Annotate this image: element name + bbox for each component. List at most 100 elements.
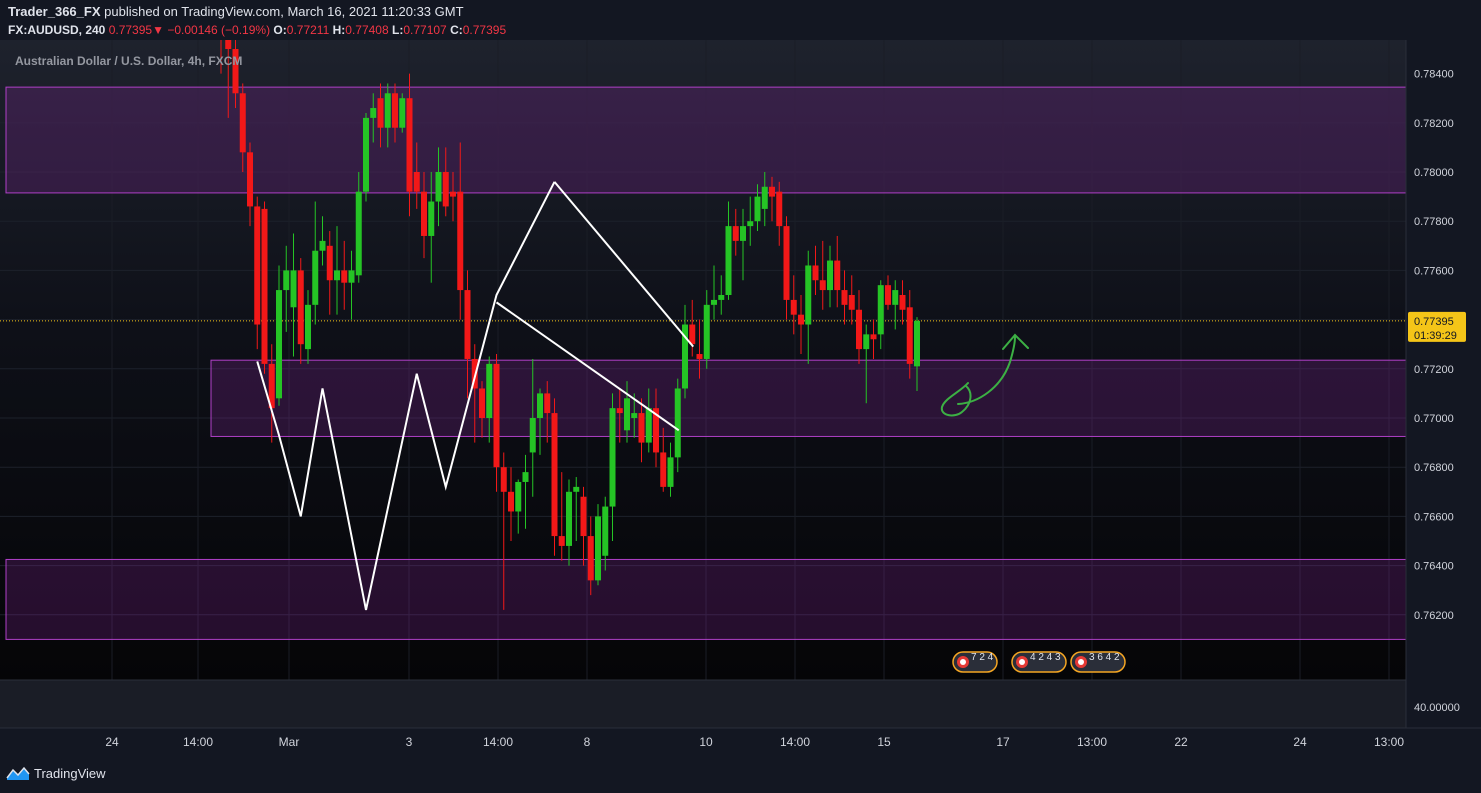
price-axis-tick: 0.77200 — [1414, 364, 1454, 376]
candle-body — [479, 388, 485, 418]
candle-body — [297, 270, 304, 345]
candle-body — [602, 506, 609, 556]
candle-body — [290, 270, 297, 308]
lower-scale-label: 40.00000 — [1414, 702, 1460, 714]
candle-body — [776, 191, 783, 227]
price-axis-tick: 0.76400 — [1414, 561, 1454, 573]
candle-body — [740, 226, 746, 241]
price-tag: 0.77395 01:39:29 — [1408, 311, 1466, 342]
tradingview-logo[interactable]: TradingView — [6, 765, 106, 781]
candle-body — [848, 295, 855, 310]
candlestick-chart[interactable]: Australian Dollar / U.S. Dollar, 4h, FXC… — [0, 40, 1481, 755]
tradingview-brand: TradingView — [34, 765, 106, 781]
candle-body — [537, 393, 543, 418]
candle-body — [812, 265, 819, 281]
price-axis[interactable] — [1406, 40, 1481, 728]
indicator-badge[interactable]: 3 6 4 2 — [1070, 651, 1126, 673]
candle-body — [566, 491, 572, 546]
badge-value: 7 2 4 — [971, 652, 994, 663]
badge-value: 3 6 4 2 — [1089, 652, 1120, 663]
candle-body — [508, 491, 514, 512]
candle-body — [254, 206, 261, 325]
candle-body — [783, 226, 790, 300]
candle-body — [442, 172, 449, 207]
indicator-badges[interactable]: 7 2 4 4 2 4 3 3 6 4 2 — [952, 651, 1126, 673]
candle-body — [500, 467, 507, 492]
low-label: L: — [392, 23, 404, 37]
candle-body — [645, 408, 652, 443]
publish-header: Trader_366_FX published on TradingView.c… — [0, 0, 1481, 40]
candle-body — [558, 536, 565, 546]
candle-body — [225, 40, 232, 49]
candle-body — [392, 93, 398, 128]
time-axis-tick: 14:00 — [483, 735, 513, 749]
candle-body — [450, 191, 456, 197]
time-axis-tick: 14:00 — [780, 735, 810, 749]
candle-body — [515, 481, 522, 512]
candle-body — [914, 320, 920, 367]
candle-body — [363, 117, 369, 192]
price-axis-tick: 0.78000 — [1414, 167, 1454, 179]
indicator-badge[interactable]: 7 2 4 — [952, 651, 998, 673]
price-zone[interactable] — [5, 86, 1407, 194]
candle-body — [616, 408, 623, 414]
candle-body — [624, 398, 630, 431]
time-axis-tick: 13:00 — [1077, 735, 1107, 749]
price-axis-tick: 0.76800 — [1414, 462, 1454, 474]
candle-body — [493, 363, 500, 468]
candle-body — [689, 324, 696, 345]
lower-pane — [0, 680, 1406, 728]
down-arrow-icon: ▼ — [152, 23, 164, 37]
candle-body — [609, 408, 616, 507]
price-axis-tick: 0.77000 — [1414, 413, 1454, 425]
candle-body — [754, 196, 761, 222]
candle-body — [587, 536, 594, 581]
author-name[interactable]: Trader_366_FX — [8, 4, 101, 19]
ohlc-legend: FX:AUDUSD, 240 0.77395 ▼ −0.00146 (−0.19%… — [8, 22, 1473, 38]
high-value: 0.77408 — [345, 23, 389, 37]
time-axis-tick: 17 — [996, 735, 1010, 749]
time-axis[interactable] — [0, 728, 1481, 755]
candle-body — [834, 260, 841, 291]
price-tag-countdown: 01:39:29 — [1414, 330, 1457, 342]
time-axis-tick: 24 — [1293, 735, 1307, 749]
close-value: 0.77395 — [462, 23, 507, 37]
candle-body — [384, 93, 391, 128]
indicator-badge[interactable]: 4 2 4 3 — [1011, 651, 1067, 673]
price-zone[interactable] — [5, 558, 1407, 640]
candle-body — [326, 245, 333, 281]
candle-body — [406, 98, 413, 192]
price-axis-tick: 0.78400 — [1414, 69, 1454, 81]
candle-body — [355, 191, 362, 276]
low-value: 0.77107 — [403, 23, 447, 37]
open-label: O: — [273, 23, 287, 37]
candle-body — [747, 221, 754, 227]
time-axis-tick: 14:00 — [183, 735, 213, 749]
price-zone[interactable] — [210, 359, 1407, 437]
candle-body — [457, 191, 464, 291]
candle-body — [718, 295, 725, 300]
candle-body — [522, 472, 529, 482]
candle-body — [827, 260, 833, 291]
candle-body — [305, 304, 311, 350]
candle-body — [863, 334, 870, 350]
candle — [399, 93, 406, 133]
candle-body — [428, 201, 435, 236]
candle-body — [790, 299, 797, 315]
candle-body — [348, 270, 355, 283]
open-value: 0.77211 — [286, 23, 330, 37]
candle-body — [464, 290, 471, 359]
candle-body — [551, 413, 558, 537]
price-tag-value: 0.77395 — [1414, 316, 1454, 328]
candle-body — [856, 309, 862, 350]
candle-body — [725, 226, 732, 295]
candle-body — [674, 388, 681, 458]
symbol-label: FX:AUDUSD, 240 — [8, 23, 106, 37]
candle-body — [899, 295, 906, 310]
price-change: −0.00146 (−0.19%) — [167, 23, 271, 37]
time-axis-tick: Mar — [279, 735, 300, 749]
time-axis-tick: 8 — [584, 735, 591, 749]
candle-body — [819, 280, 826, 291]
candle-body — [421, 191, 427, 236]
time-axis-tick: 3 — [406, 735, 413, 749]
